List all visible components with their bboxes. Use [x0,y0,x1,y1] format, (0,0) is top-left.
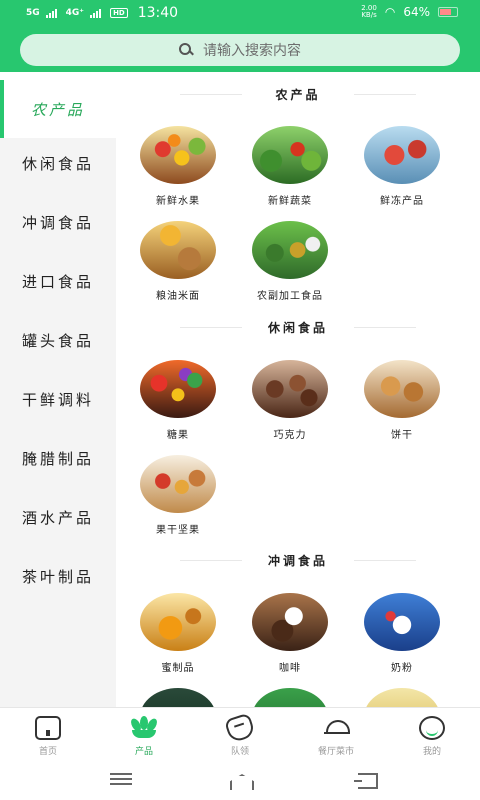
nav-label: 餐厅菜市 [317,747,354,757]
bottom-nav: 首页 产品 队领 餐厅菜市 我的 [0,707,480,759]
system-nav-bar [0,759,480,800]
home-icon [35,716,61,740]
product-label: 粮油米面 [156,291,200,302]
product-image [364,360,440,418]
status-bar: 5G 4G⁺ HD 13:40 2.00 KB/s ◠ 64% [0,0,480,28]
product-card[interactable]: 饼干 [347,360,457,441]
signal-icon [45,8,60,18]
product-icon [129,716,159,740]
nav-team[interactable]: 队领 [200,712,280,757]
product-card[interactable]: 粮油米面 [123,221,233,302]
product-card[interactable]: 新鲜水果 [123,126,233,207]
product-label: 农副加工食品 [257,291,323,302]
battery-icon [438,7,458,17]
status-left: 5G 4G⁺ HD 13:40 [26,5,178,21]
product-label: 新鲜水果 [156,196,200,207]
product-card[interactable]: 咖啡 [235,593,345,674]
team-icon [223,712,257,744]
product-card[interactable]: 奶粉 [347,593,457,674]
product-card[interactable]: 农副加工食品 [235,221,345,302]
clock: 13:40 [137,5,179,21]
signal-icon-2 [90,8,104,18]
sidebar-item-wine[interactable]: 酒水产品 [0,488,116,546]
sidebar-item-imported[interactable]: 进口食品 [0,252,116,310]
nav-label: 产品 [134,747,153,757]
product-card[interactable]: 蜜制品 [123,593,233,674]
sidebar-item-cured[interactable]: 腌腊制品 [0,429,116,487]
product-image [140,593,216,651]
section-title: 农产品 [160,86,436,103]
product-image [252,221,328,279]
search-icon [179,43,193,57]
nav-label: 队领 [230,747,249,757]
product-image [140,221,216,279]
nav-product[interactable]: 产品 [104,716,184,757]
search-placeholder: 请输入搜索内容 [203,43,301,59]
hd-badge: HD [110,8,128,18]
product-image [252,126,328,184]
product-image [364,593,440,651]
product-image [140,455,216,513]
status-right: 2.00 KB/s ◠ 64% [361,5,458,19]
restaurant-icon [323,716,350,740]
section-title: 冲调食品 [160,552,436,569]
product-label: 糖果 [167,430,189,441]
back-icon[interactable] [352,771,382,789]
sidebar-item-canned[interactable]: 罐头食品 [0,311,116,369]
product-label: 果干坚果 [156,525,200,536]
product-label: 咖啡 [279,663,301,674]
product-image [252,593,328,651]
network-4g-label: 4G⁺ [65,8,85,18]
sidebar-item-agri[interactable]: 农产品 [0,80,116,138]
category-sidebar: 农产品 休闲食品 冲调食品 进口食品 罐头食品 干鲜调料 腌腊制品 酒水产品 茶… [0,80,116,707]
menu-icon[interactable] [106,771,136,787]
network-5g-label: 5G [26,8,40,18]
product-label: 新鲜蔬菜 [268,196,312,207]
search-bar[interactable]: 请输入搜索内容 [20,34,460,66]
product-image [140,126,216,184]
battery-percent: 64% [403,5,430,19]
product-label: 蜜制品 [161,663,195,674]
product-image [364,126,440,184]
product-card[interactable]: 新鲜蔬菜 [235,126,345,207]
home-button-icon[interactable] [226,771,256,787]
product-card[interactable]: 糖果 [123,360,233,441]
product-card[interactable]: 巧克力 [235,360,345,441]
product-image [252,360,328,418]
nav-me[interactable]: 我的 [392,716,472,757]
nav-label: 首页 [38,747,57,757]
product-label: 奶粉 [391,663,413,674]
wifi-icon: ◠ [384,5,396,19]
section-title: 休闲食品 [160,319,436,336]
product-label: 鲜冻产品 [380,196,424,207]
speed-unit: KB/s [361,11,377,19]
me-icon [419,716,445,740]
sidebar-item-snacks[interactable]: 休闲食品 [0,134,116,192]
product-label: 饼干 [391,430,413,441]
nav-restaurant[interactable]: 餐厅菜市 [296,716,376,757]
product-card[interactable]: 果干坚果 [123,455,233,536]
app-root: 5G 4G⁺ HD 13:40 2.00 KB/s ◠ 64% 请输入搜索内容 [0,0,480,800]
sidebar-item-beverage-mix[interactable]: 冲调食品 [0,193,116,251]
sidebar-item-seasoning[interactable]: 干鲜调料 [0,370,116,428]
product-image [140,360,216,418]
header: 5G 4G⁺ HD 13:40 2.00 KB/s ◠ 64% 请输入搜索内容 [0,0,480,72]
sidebar-item-tea[interactable]: 茶叶制品 [0,547,116,605]
nav-home[interactable]: 首页 [8,716,88,757]
network-speed: 2.00 KB/s [361,5,377,19]
product-label: 巧克力 [273,430,307,441]
product-card[interactable]: 鲜冻产品 [347,126,457,207]
nav-label: 我的 [422,747,441,757]
